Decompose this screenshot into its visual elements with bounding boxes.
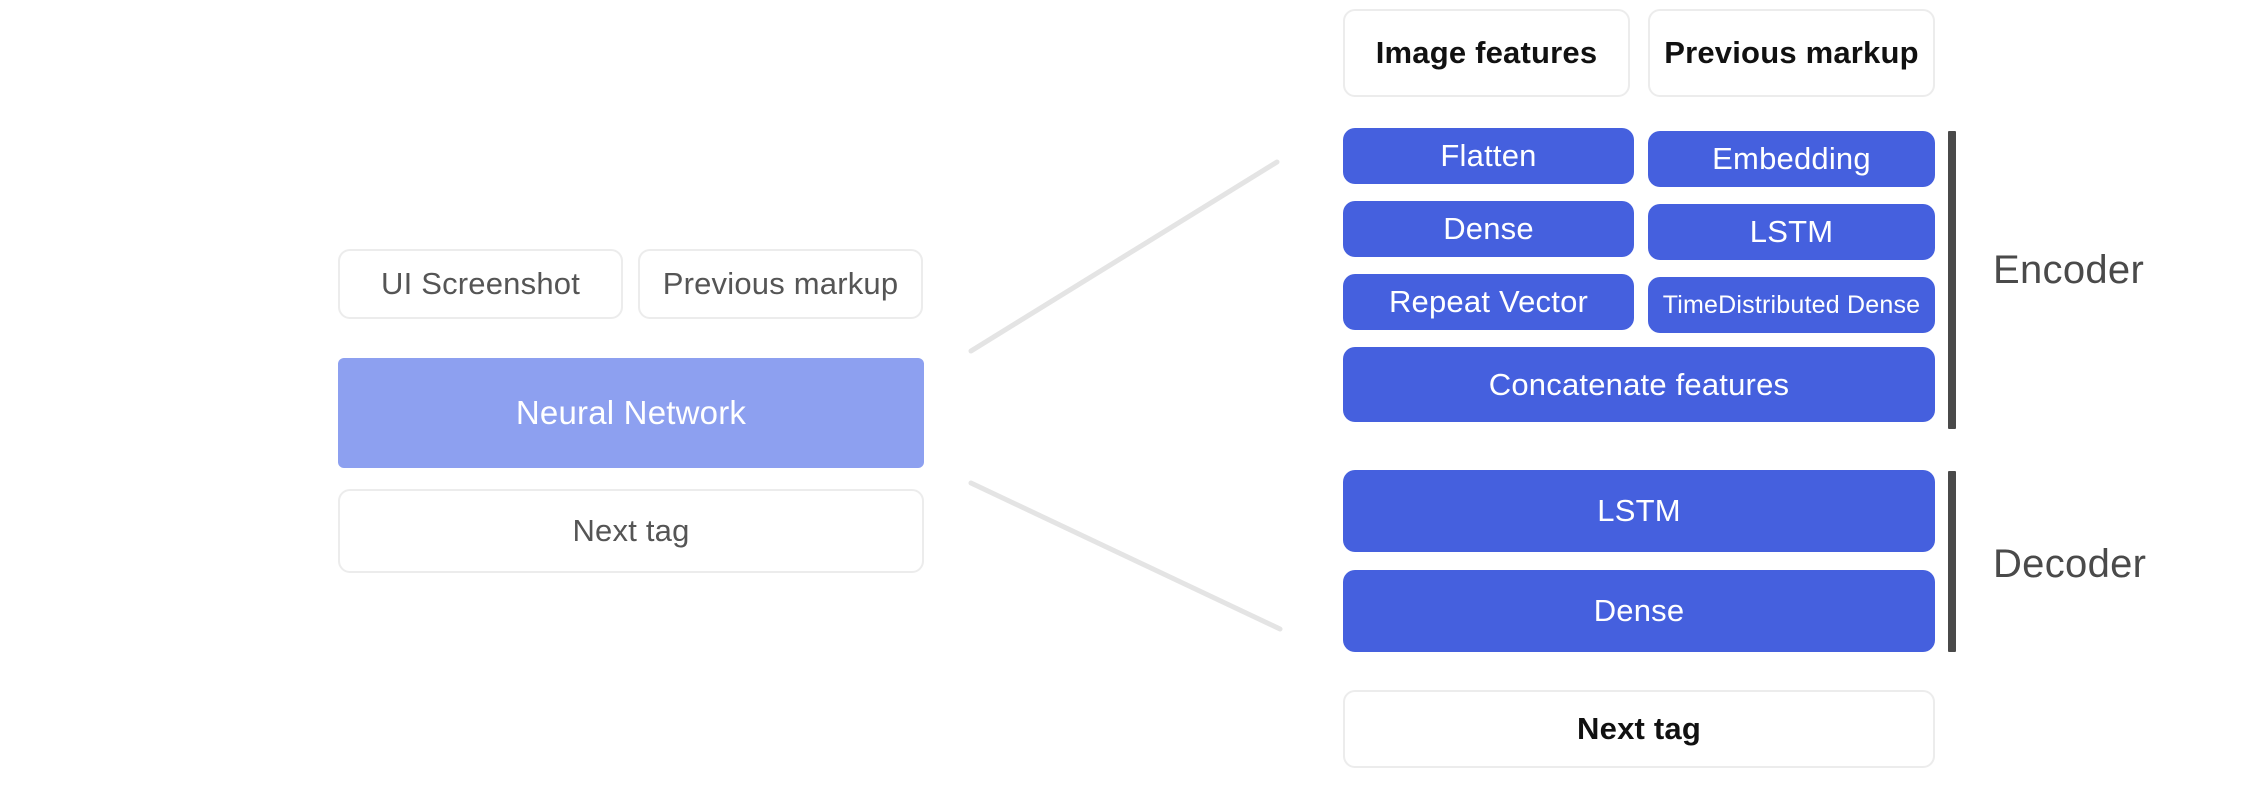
encoder-layer-timedistributed-dense[interactable]: TimeDistributed Dense — [1648, 277, 1935, 333]
right-input-previous-markup[interactable]: Previous markup — [1648, 9, 1935, 97]
decoder-layer-dense[interactable]: Dense — [1343, 570, 1935, 652]
connector-line-upper — [968, 159, 1280, 354]
encoder-layer-embedding[interactable]: Embedding — [1648, 131, 1935, 187]
encoder-layer-repeat-vector[interactable]: Repeat Vector — [1343, 274, 1634, 330]
encoder-bracket — [1948, 131, 1956, 429]
right-output-next-tag[interactable]: Next tag — [1343, 690, 1935, 768]
diagram-canvas: UI Screenshot Previous markup Neural Net… — [0, 0, 2267, 793]
left-model-neural-network[interactable]: Neural Network — [338, 358, 924, 468]
encoder-layer-concatenate-features[interactable]: Concatenate features — [1343, 347, 1935, 422]
decoder-group-label: Decoder — [1993, 542, 2147, 586]
encoder-layer-flatten[interactable]: Flatten — [1343, 128, 1634, 184]
right-input-image-features[interactable]: Image features — [1343, 9, 1630, 97]
decoder-layer-lstm[interactable]: LSTM — [1343, 470, 1935, 552]
encoder-layer-lstm[interactable]: LSTM — [1648, 204, 1935, 260]
left-input-ui-screenshot[interactable]: UI Screenshot — [338, 249, 623, 319]
left-input-previous-markup[interactable]: Previous markup — [638, 249, 923, 319]
left-output-next-tag[interactable]: Next tag — [338, 489, 924, 573]
decoder-bracket — [1948, 471, 1956, 652]
connector-line-lower — [968, 480, 1283, 632]
encoder-group-label: Encoder — [1993, 248, 2145, 292]
encoder-layer-dense[interactable]: Dense — [1343, 201, 1634, 257]
